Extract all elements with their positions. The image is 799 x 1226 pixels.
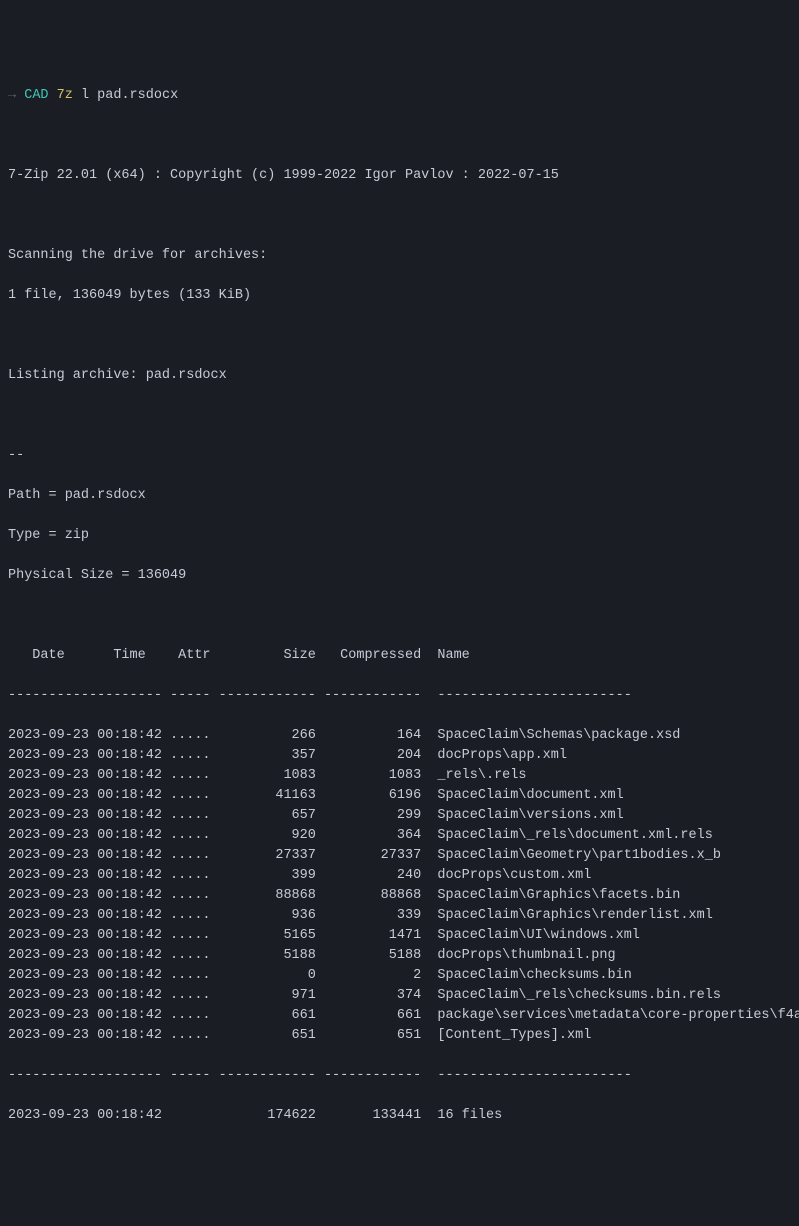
blank-line bbox=[8, 206, 791, 226]
file-count-line: 1 file, 136049 bytes (133 KiB) bbox=[8, 286, 791, 306]
table-row: 2023-09-23 00:18:42 ..... 357 204 docPro… bbox=[8, 746, 791, 766]
table-row: 2023-09-23 00:18:42 ..... 657 299 SpaceC… bbox=[8, 806, 791, 826]
table-row: 2023-09-23 00:18:42 ..... 1083 1083 _rel… bbox=[8, 766, 791, 786]
table-row: 2023-09-23 00:18:42 ..... 651 651 [Conte… bbox=[8, 1026, 791, 1046]
listing-line: Listing archive: pad.rsdocx bbox=[8, 366, 791, 386]
blank-line bbox=[8, 406, 791, 426]
column-rule: ------------------- ----- ------------ -… bbox=[8, 686, 791, 706]
table-row: 2023-09-23 00:18:42 ..... 5165 1471 Spac… bbox=[8, 926, 791, 946]
blank-line bbox=[8, 326, 791, 346]
column-header: Date Time Attr Size Compressed Name bbox=[8, 646, 791, 666]
summary-row: 2023-09-23 00:18:42 174622 133441 16 fil… bbox=[8, 1106, 791, 1126]
table-row: 2023-09-23 00:18:42 ..... 661 661 packag… bbox=[8, 1006, 791, 1026]
prompt-arrow-icon: → bbox=[8, 88, 16, 103]
table-row: 2023-09-23 00:18:42 ..... 920 364 SpaceC… bbox=[8, 826, 791, 846]
prompt-cwd: CAD bbox=[24, 88, 48, 103]
path-line: Path = pad.rsdocx bbox=[8, 486, 791, 506]
table-row: 2023-09-23 00:18:42 ..... 88868 88868 Sp… bbox=[8, 886, 791, 906]
table-row: 2023-09-23 00:18:42 ..... 27337 27337 Sp… bbox=[8, 846, 791, 866]
blank-line bbox=[8, 126, 791, 146]
table-row: 2023-09-23 00:18:42 ..... 399 240 docPro… bbox=[8, 866, 791, 886]
table-row: 2023-09-23 00:18:42 ..... 266 164 SpaceC… bbox=[8, 726, 791, 746]
prompt-line[interactable]: → CAD 7z l pad.rsdocx bbox=[8, 86, 791, 106]
scanning-line: Scanning the drive for archives: bbox=[8, 246, 791, 266]
prompt-args: l pad.rsdocx bbox=[81, 88, 178, 103]
table-row: 2023-09-23 00:18:42 ..... 0 2 SpaceClaim… bbox=[8, 966, 791, 986]
physical-size-line: Physical Size = 136049 bbox=[8, 566, 791, 586]
prompt-command: 7z bbox=[57, 88, 73, 103]
table-row: 2023-09-23 00:18:42 ..... 936 339 SpaceC… bbox=[8, 906, 791, 926]
table-row: 2023-09-23 00:18:42 ..... 971 374 SpaceC… bbox=[8, 986, 791, 1006]
dashes-line: -- bbox=[8, 446, 791, 466]
type-line: Type = zip bbox=[8, 526, 791, 546]
column-rule: ------------------- ----- ------------ -… bbox=[8, 1066, 791, 1086]
table-row: 2023-09-23 00:18:42 ..... 5188 5188 docP… bbox=[8, 946, 791, 966]
table-row: 2023-09-23 00:18:42 ..... 41163 6196 Spa… bbox=[8, 786, 791, 806]
version-line: 7-Zip 22.01 (x64) : Copyright (c) 1999-2… bbox=[8, 166, 791, 186]
blank-line bbox=[8, 606, 791, 626]
